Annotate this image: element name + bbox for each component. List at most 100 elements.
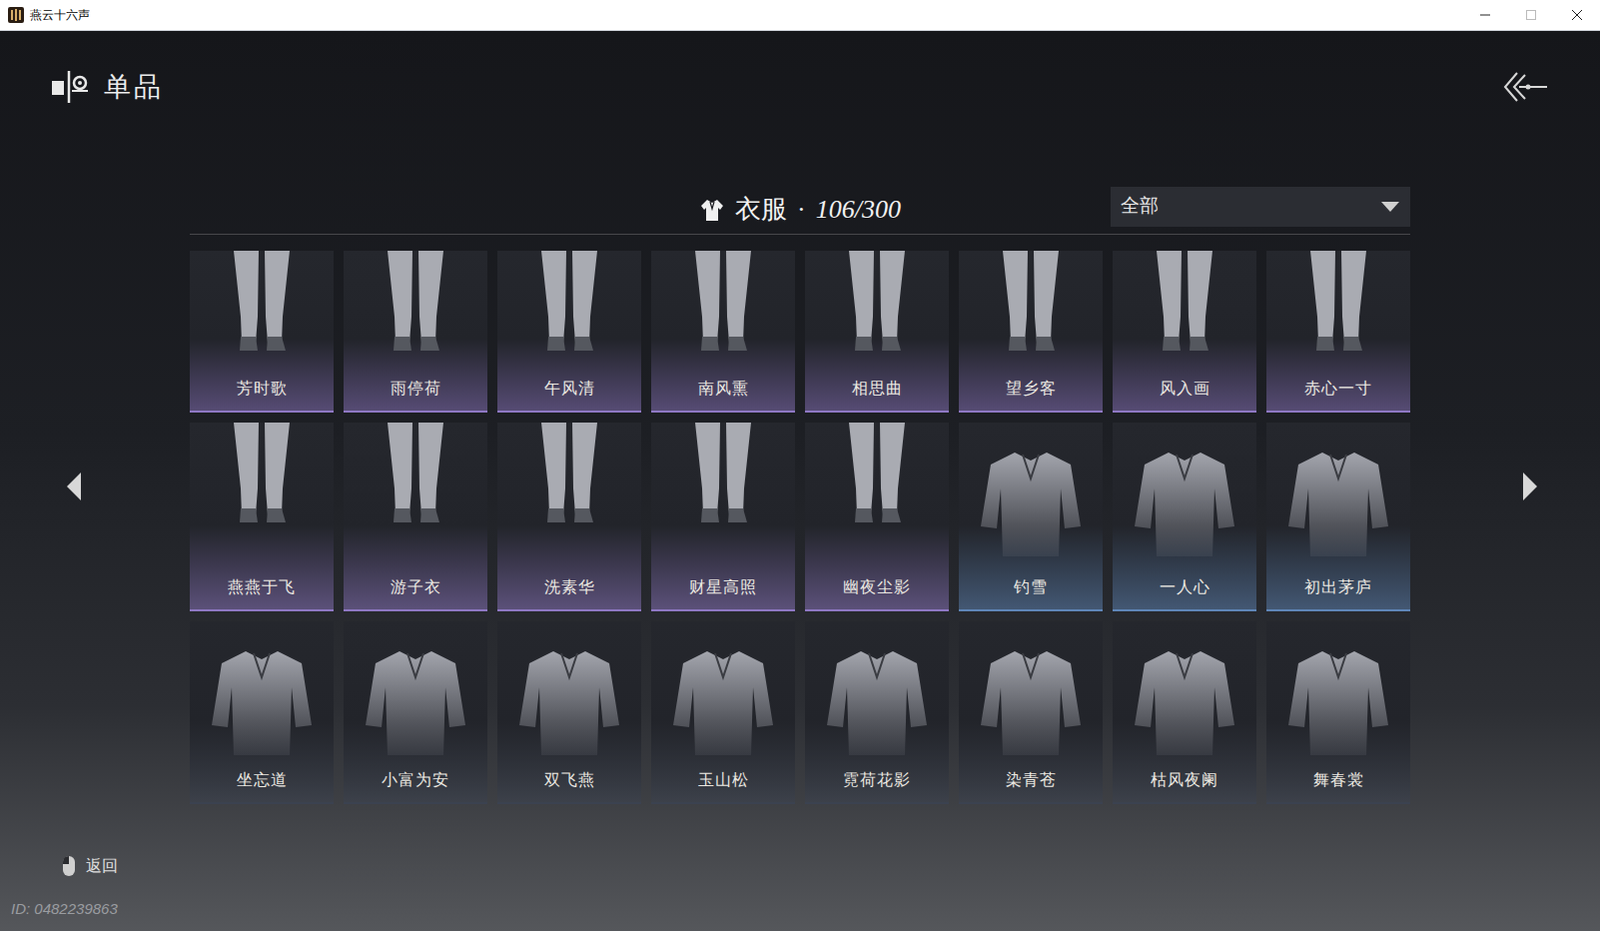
item-card[interactable]: 财星高照 [651, 422, 796, 612]
item-art [651, 250, 796, 373]
item-card[interactable]: 望乡客 [958, 250, 1103, 413]
top-garment-icon [1278, 438, 1399, 559]
item-card[interactable]: 幽夜尘影 [804, 422, 949, 612]
item-name: 双飞燕 [497, 764, 642, 802]
item-card[interactable]: 舞春裳 [1266, 621, 1411, 804]
item-art [1112, 621, 1257, 765]
item-card[interactable]: 燕燕于飞 [189, 422, 334, 612]
legwear-icon [1298, 250, 1379, 361]
top-garment-icon [509, 637, 630, 758]
item-card[interactable]: 霓荷花影 [804, 621, 949, 804]
category-separator: · [797, 189, 806, 229]
back-arrow-button[interactable] [1502, 66, 1551, 107]
item-art [1266, 250, 1411, 373]
left-arrow-icon [64, 470, 83, 503]
item-card[interactable]: 玉山松 [651, 621, 796, 804]
item-card[interactable]: 钓雪 [958, 422, 1103, 612]
item-card[interactable]: 坐忘道 [189, 621, 334, 804]
legwear-icon [529, 422, 610, 533]
item-card[interactable]: 枯风夜阑 [1112, 621, 1257, 804]
item-art [343, 422, 488, 572]
item-name: 枯风夜阑 [1112, 764, 1257, 802]
item-art [497, 250, 642, 373]
item-card[interactable]: 染青苍 [958, 621, 1103, 804]
legwear-icon [221, 422, 302, 533]
item-card[interactable]: 洗素华 [497, 422, 642, 612]
item-art [497, 422, 642, 572]
window-title: 燕云十六声 [29, 5, 90, 24]
previous-page-button[interactable] [61, 468, 86, 505]
legwear-icon [836, 250, 917, 361]
item-name: 舞春裳 [1266, 764, 1411, 802]
item-name: 赤心一寸 [1266, 372, 1411, 411]
filter-value: 全部 [1120, 191, 1159, 221]
back-hint[interactable]: 返回 [0, 851, 1600, 880]
item-name: 燕燕于飞 [189, 571, 334, 610]
item-art [189, 250, 334, 373]
item-card[interactable]: 双飞燕 [497, 621, 642, 804]
item-card[interactable]: 芳时歌 [189, 250, 334, 413]
back-arrow-icon [1503, 69, 1550, 104]
item-card[interactable]: 初出茅庐 [1266, 422, 1411, 612]
close-icon [1572, 9, 1583, 20]
item-art [804, 422, 949, 572]
item-name: 财星高照 [651, 571, 796, 610]
legwear-icon [990, 250, 1071, 361]
next-page-button[interactable] [1518, 468, 1543, 505]
top-garment-icon [816, 637, 937, 758]
dropdown-arrow-icon [1380, 200, 1401, 213]
item-name: 午风清 [497, 372, 642, 411]
item-art [804, 621, 949, 765]
filter-dropdown[interactable]: 全部 [1110, 186, 1411, 227]
item-card[interactable]: 小富为安 [343, 621, 488, 804]
item-art [1266, 422, 1411, 572]
item-card[interactable]: 相思曲 [804, 250, 949, 413]
maximize-button[interactable] [1508, 0, 1555, 30]
close-button[interactable] [1554, 0, 1600, 30]
item-card[interactable]: 赤心一寸 [1266, 250, 1411, 413]
legwear-icon [375, 250, 456, 361]
item-name: 洗素华 [497, 571, 642, 610]
clothing-icon [699, 196, 726, 223]
back-label: 返回 [85, 853, 118, 878]
top-garment-icon [1278, 637, 1399, 758]
item-name: 南风熏 [651, 372, 796, 411]
item-art [343, 250, 488, 373]
category-name: 衣服 [735, 189, 788, 229]
item-name: 游子衣 [343, 571, 488, 610]
right-arrow-icon [1521, 470, 1540, 503]
legwear-icon [683, 422, 764, 533]
top-garment-icon [663, 637, 784, 758]
item-art [343, 621, 488, 765]
item-name: 初出茅庐 [1266, 571, 1411, 610]
collection-icon [49, 66, 90, 107]
item-name: 霓荷花影 [804, 764, 949, 802]
app-window: 燕云十六声 单品 衣服 · 106/300 [0, 0, 1600, 931]
item-card[interactable]: 南风熏 [651, 250, 796, 413]
top-garment-icon [201, 637, 322, 758]
item-card[interactable]: 风入画 [1112, 250, 1257, 413]
minimize-button[interactable] [1462, 0, 1509, 30]
item-card[interactable]: 雨停荷 [343, 250, 488, 413]
page-header: 单品 [49, 66, 164, 108]
item-art [651, 621, 796, 765]
item-grid: 芳时歌雨停荷午风清南风熏相思曲望乡客风入画赤心一寸燕燕于飞游子衣洗素华财星高照幽… [189, 250, 1411, 804]
item-name: 一人心 [1112, 571, 1257, 610]
page-title: 单品 [103, 66, 164, 108]
legwear-icon [375, 422, 456, 533]
item-card[interactable]: 午风清 [497, 250, 642, 413]
legwear-icon [683, 250, 764, 361]
item-card[interactable]: 游子衣 [343, 422, 488, 612]
item-card[interactable]: 一人心 [1112, 422, 1257, 612]
item-name: 坐忘道 [189, 764, 334, 802]
title-bar: 燕云十六声 [0, 0, 1600, 31]
legwear-icon [836, 422, 917, 533]
item-name: 幽夜尘影 [804, 571, 949, 610]
item-name: 小富为安 [343, 764, 488, 802]
mouse-icon [61, 854, 76, 877]
category-count: 106/300 [815, 189, 901, 229]
legwear-icon [1144, 250, 1225, 361]
item-art [1112, 250, 1257, 373]
item-art [189, 422, 334, 572]
item-art [1266, 621, 1411, 765]
